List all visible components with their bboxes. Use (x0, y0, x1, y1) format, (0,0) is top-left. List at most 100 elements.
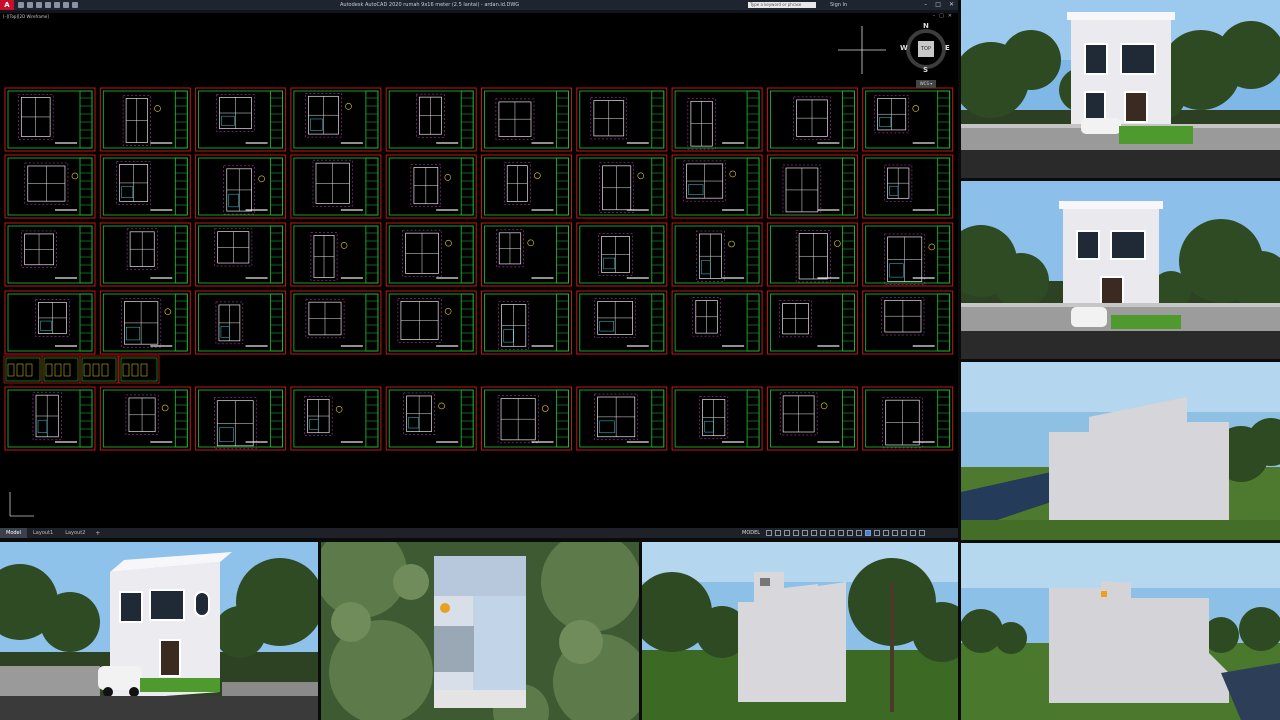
grid-icon[interactable] (766, 530, 772, 536)
drawing-sheet[interactable] (195, 290, 287, 355)
osnap-icon[interactable] (802, 530, 808, 536)
clean-screen-icon[interactable] (910, 530, 916, 536)
detail-sheet[interactable] (41, 355, 81, 384)
drawing-sheet[interactable] (290, 386, 382, 451)
drawing-sheet[interactable] (290, 290, 382, 355)
drawing-sheet[interactable] (99, 386, 191, 451)
viewport-label[interactable]: [–][Top][2D Wireframe] (3, 14, 49, 19)
tab-layout1[interactable]: Layout1 (27, 528, 59, 538)
compass-south[interactable]: S (923, 66, 928, 74)
drawing-sheet[interactable] (385, 87, 477, 152)
drawing-sheet[interactable] (481, 154, 572, 219)
drawing-sheet[interactable] (766, 222, 858, 287)
drawing-sheet[interactable] (576, 222, 668, 287)
ortho-icon[interactable] (784, 530, 790, 536)
restore-button[interactable]: □ (935, 0, 941, 10)
tab-model[interactable]: Model (0, 528, 28, 538)
drawing-sheet[interactable] (671, 154, 763, 219)
annotation-monitor-icon[interactable] (865, 530, 871, 536)
drawing-sheet[interactable] (4, 290, 96, 355)
drawing-sheet[interactable] (99, 222, 191, 287)
drawing-sheet[interactable] (862, 222, 954, 287)
drawing-sheet[interactable] (576, 87, 668, 152)
drawing-sheet[interactable] (766, 386, 858, 451)
redo-icon[interactable] (72, 2, 78, 8)
tab-layout2[interactable]: Layout2 (59, 528, 91, 538)
drawing-sheet[interactable] (481, 222, 572, 287)
drawing-sheet[interactable] (99, 87, 191, 152)
drawing-sheet[interactable] (290, 222, 382, 287)
units-icon[interactable] (874, 530, 880, 536)
drawing-sheet[interactable] (766, 290, 858, 355)
drawing-sheet[interactable] (195, 87, 287, 152)
autocad-logo-icon[interactable]: A (0, 0, 14, 10)
viewport-minimize-button[interactable]: – (933, 13, 936, 19)
otrack-icon[interactable] (811, 530, 817, 536)
wcs-menu[interactable]: WCS ▾ (916, 80, 936, 88)
drawing-sheet[interactable] (4, 222, 96, 287)
drawing-sheet[interactable] (862, 290, 954, 355)
drawing-sheet[interactable] (4, 154, 96, 219)
drawing-sheet[interactable] (481, 87, 572, 152)
customization-menu-icon[interactable] (919, 530, 925, 536)
drawing-sheet[interactable] (195, 222, 287, 287)
drawing-sheet[interactable] (4, 87, 96, 152)
detail-sheet[interactable] (3, 355, 43, 384)
detail-sheet[interactable] (79, 355, 119, 384)
hardware-acceleration-icon[interactable] (901, 530, 907, 536)
view-cube-top-face[interactable]: TOP (918, 41, 934, 57)
transparency-icon[interactable] (829, 530, 835, 536)
snap-icon[interactable] (775, 530, 781, 536)
drawing-sheet[interactable] (862, 154, 954, 219)
save-icon[interactable] (36, 2, 42, 8)
selection-cycling-icon[interactable] (838, 530, 844, 536)
new-file-icon[interactable] (18, 2, 24, 8)
print-icon[interactable] (54, 2, 60, 8)
drawing-sheet[interactable] (766, 87, 858, 152)
drawing-sheet[interactable] (671, 290, 763, 355)
open-file-icon[interactable] (27, 2, 33, 8)
compass-west[interactable]: W (900, 44, 908, 52)
drawing-sheet[interactable] (576, 290, 668, 355)
drawing-sheet[interactable] (99, 154, 191, 219)
drawing-canvas[interactable] (0, 0, 958, 538)
drawing-sheet[interactable] (195, 386, 287, 451)
drawing-sheet[interactable] (195, 154, 287, 219)
compass-north[interactable]: N (923, 22, 929, 30)
close-button[interactable]: ✕ (949, 0, 954, 10)
save-as-icon[interactable] (45, 2, 51, 8)
undo-icon[interactable] (63, 2, 69, 8)
drawing-sheet[interactable] (290, 154, 382, 219)
drawing-sheet[interactable] (385, 222, 477, 287)
drawing-sheet[interactable] (766, 154, 858, 219)
drawing-sheet[interactable] (481, 290, 572, 355)
drawing-sheet[interactable] (481, 386, 572, 451)
lineweight-icon[interactable] (820, 530, 826, 536)
view-cube[interactable]: TOP N S E W (900, 22, 950, 74)
drawing-sheet[interactable] (99, 290, 191, 355)
viewport-close-button[interactable]: ✕ (948, 13, 952, 19)
drawing-sheet[interactable] (862, 87, 954, 152)
quick-properties-icon[interactable] (883, 530, 889, 536)
drawing-sheet[interactable] (385, 154, 477, 219)
polar-icon[interactable] (793, 530, 799, 536)
compass-east[interactable]: E (945, 44, 950, 52)
search-input[interactable]: Type a keyword or phrase (748, 2, 816, 8)
drawing-sheet[interactable] (385, 290, 477, 355)
detail-sheet[interactable] (118, 355, 160, 384)
add-layout-button[interactable]: + (91, 530, 104, 537)
minimize-button[interactable]: – (924, 0, 927, 10)
model-space-button[interactable]: MODEL (742, 528, 760, 538)
workspace-icon[interactable] (856, 530, 862, 536)
drawing-sheet[interactable] (671, 222, 763, 287)
drawing-sheet[interactable] (4, 386, 96, 451)
viewport-restore-button[interactable]: □ (939, 13, 944, 19)
drawing-sheet[interactable] (576, 386, 668, 451)
isolate-objects-icon[interactable] (892, 530, 898, 536)
drawing-sheet[interactable] (862, 386, 954, 451)
drawing-sheet[interactable] (671, 87, 763, 152)
drawing-sheet[interactable] (671, 386, 763, 451)
annotation-scale-icon[interactable] (847, 530, 853, 536)
drawing-sheet[interactable] (385, 386, 477, 451)
sign-in-button[interactable]: Sign In (830, 0, 847, 10)
